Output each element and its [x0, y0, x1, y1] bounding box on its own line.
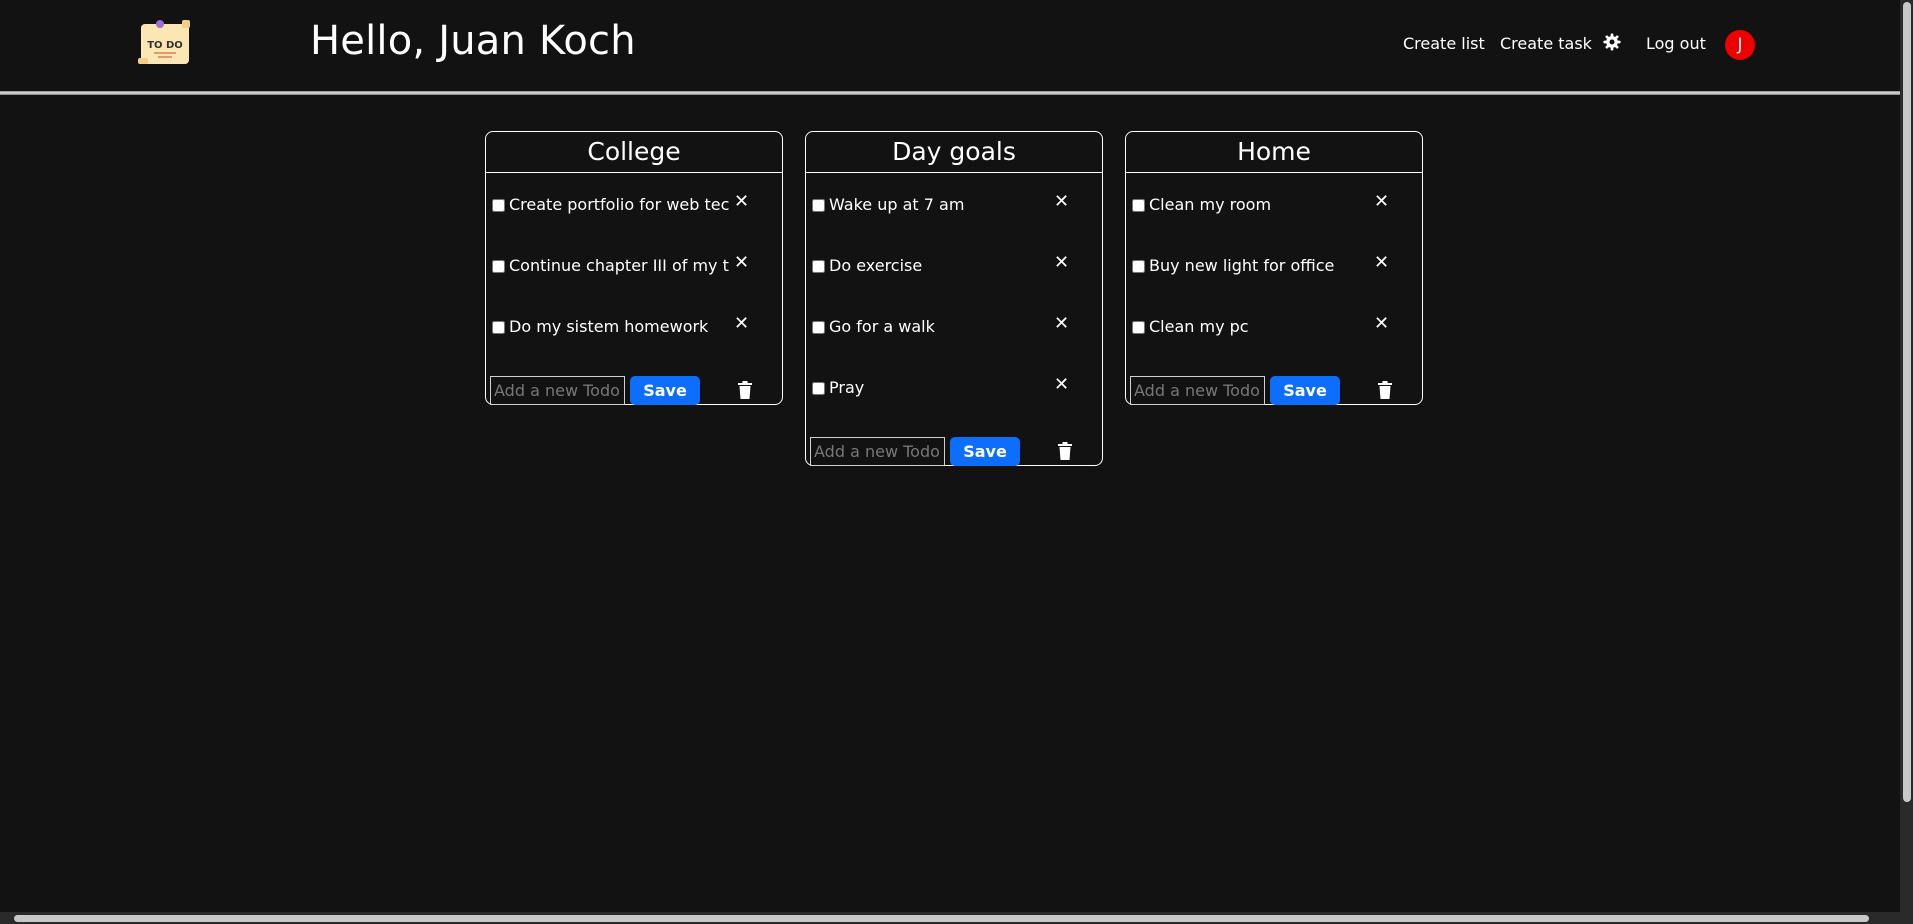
close-icon[interactable]: ✕ — [1054, 313, 1069, 334]
add-todo-row: Save — [1126, 356, 1422, 405]
task-checkbox[interactable] — [812, 260, 825, 273]
save-button[interactable]: Save — [950, 437, 1020, 466]
task-checkbox[interactable] — [492, 321, 505, 334]
list-card-college: College Create portfolio for web tech ✕ … — [485, 131, 783, 405]
list-item: Clean my pc ✕ — [1126, 295, 1422, 356]
trash-icon[interactable] — [1058, 442, 1072, 460]
task-checkbox[interactable] — [1132, 199, 1145, 212]
new-todo-input[interactable] — [490, 376, 625, 405]
task-label: Clean my room — [1149, 195, 1272, 214]
close-icon[interactable]: ✕ — [1374, 313, 1389, 334]
list-item: Do my sistem homework ✕ — [486, 295, 782, 356]
list-item: Create portfolio for web tech ✕ — [486, 173, 782, 234]
avatar[interactable]: J — [1725, 30, 1755, 60]
task-label: Go for a walk — [829, 317, 935, 336]
list-item: Do exercise ✕ — [806, 234, 1102, 295]
task-label: Continue chapter III of my tesis — [509, 256, 729, 275]
task-label: Clean my pc — [1149, 317, 1249, 336]
list-item: Pray ✕ — [806, 356, 1102, 417]
list-item: Continue chapter III of my tesis ✕ — [486, 234, 782, 295]
task-checkbox[interactable] — [1132, 321, 1145, 334]
horizontal-scrollbar[interactable] — [0, 912, 1900, 924]
task-label: Wake up at 7 am — [829, 195, 965, 214]
new-todo-input[interactable] — [810, 437, 945, 466]
task-label: Create portfolio for web tech — [509, 195, 729, 214]
add-todo-row: Save — [486, 356, 782, 405]
task-checkbox[interactable] — [812, 382, 825, 395]
list-title: College — [486, 132, 782, 173]
task-label: Pray — [829, 378, 865, 397]
close-icon[interactable]: ✕ — [1054, 191, 1069, 212]
list-card-day-goals: Day goals Wake up at 7 am ✕ Do exercise … — [805, 131, 1103, 466]
logo-text: TO DO — [147, 40, 183, 51]
gear-icon[interactable] — [1603, 33, 1621, 51]
header-divider — [0, 91, 1900, 95]
close-icon[interactable]: ✕ — [734, 313, 749, 334]
task-checkbox[interactable] — [812, 321, 825, 334]
greeting-title: Hello, Juan Koch — [310, 18, 636, 64]
task-checkbox[interactable] — [1132, 260, 1145, 273]
vertical-scrollbar[interactable] — [1900, 0, 1913, 924]
trash-icon[interactable] — [1378, 381, 1392, 399]
close-icon[interactable]: ✕ — [734, 191, 749, 212]
save-button[interactable]: Save — [1270, 376, 1340, 405]
list-title: Home — [1126, 132, 1422, 173]
list-item: Clean my room ✕ — [1126, 173, 1422, 234]
logout-link[interactable]: Log out — [1646, 34, 1706, 53]
close-icon[interactable]: ✕ — [734, 252, 749, 273]
vertical-scrollbar-thumb[interactable] — [1903, 2, 1911, 802]
add-todo-row: Save — [806, 417, 1102, 466]
new-todo-input[interactable] — [1130, 376, 1265, 405]
list-item: Go for a walk ✕ — [806, 295, 1102, 356]
list-item: Buy new light for office ✕ — [1126, 234, 1422, 295]
todo-logo[interactable]: TO DO — [138, 18, 192, 66]
list-card-home: Home Clean my room ✕ Buy new light for o… — [1125, 131, 1423, 405]
task-checkbox[interactable] — [492, 260, 505, 273]
close-icon[interactable]: ✕ — [1374, 191, 1389, 212]
close-icon[interactable]: ✕ — [1374, 252, 1389, 273]
task-label: Buy new light for office — [1149, 256, 1335, 275]
close-icon[interactable]: ✕ — [1054, 374, 1069, 395]
task-label: Do exercise — [829, 256, 923, 275]
create-list-link[interactable]: Create list — [1403, 34, 1485, 53]
list-item: Wake up at 7 am ✕ — [806, 173, 1102, 234]
header: TO DO Hello, Juan Koch Create list Creat… — [0, 0, 1900, 90]
task-checkbox[interactable] — [812, 199, 825, 212]
horizontal-scrollbar-thumb[interactable] — [14, 915, 1869, 922]
trash-icon[interactable] — [738, 381, 752, 399]
task-label: Do my sistem homework — [509, 317, 709, 336]
list-title: Day goals — [806, 132, 1102, 173]
close-icon[interactable]: ✕ — [1054, 252, 1069, 273]
task-checkbox[interactable] — [492, 199, 505, 212]
save-button[interactable]: Save — [630, 376, 700, 405]
create-task-link[interactable]: Create task — [1500, 34, 1592, 53]
